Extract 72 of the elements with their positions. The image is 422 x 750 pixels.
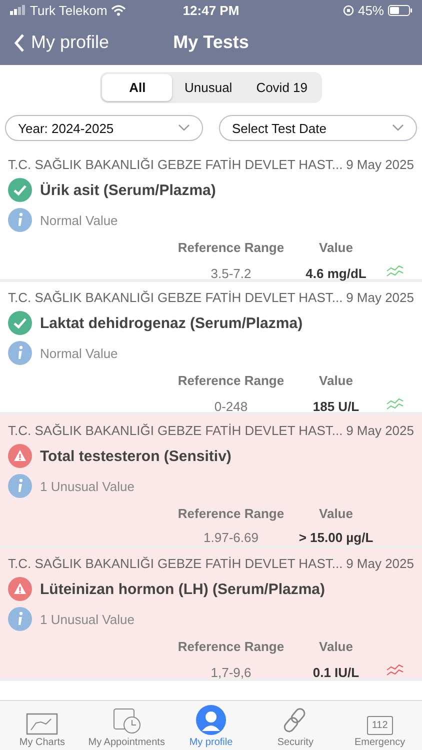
- result-summary: Normal Value: [40, 346, 118, 360]
- result-summary: 1 Unusual Value: [40, 478, 134, 494]
- result-summary: 1 Unusual Value: [40, 612, 134, 626]
- reference-range: 1.97-6.69: [202, 530, 260, 545]
- tab-bar-item[interactable]: My Appointments: [84, 701, 169, 750]
- battery-percent: 45%: [358, 2, 384, 18]
- result-value: 0.1 IU/L: [312, 664, 360, 680]
- hospital-name: T.C. SAĞLIK BAKANLIĞI GEBZE FATİH DEVLET HAST...: [8, 157, 343, 172]
- dropdown-value: Select Test Date: [232, 120, 326, 136]
- tab-bar-item[interactable]: My profile: [168, 701, 254, 750]
- test-name: Ürik asit (Serum/Plazma): [40, 182, 216, 198]
- result-value: > 15.00 µg/L: [298, 530, 374, 545]
- info-icon: [8, 607, 32, 631]
- segment-tab[interactable]: Covid 19: [244, 74, 320, 101]
- test-date: 9 May 2025: [346, 157, 414, 172]
- page-title: My Tests: [173, 32, 249, 53]
- chevron-down-icon: [178, 124, 190, 132]
- info-icon: [8, 341, 32, 365]
- test-date: 9 May 2025: [346, 290, 414, 305]
- test-name: Laktat dehidrogenaz (Serum/Plazma): [40, 314, 303, 332]
- check-icon: [8, 311, 32, 335]
- column-header: Value: [318, 639, 354, 654]
- column-header: Reference Range: [176, 506, 286, 521]
- tab-bar-item[interactable]: Security: [253, 701, 338, 750]
- result-value: 185 U/L: [312, 398, 360, 414]
- test-date: 9 May 2025: [346, 556, 414, 571]
- result-value: 4.6 mg/dL: [304, 266, 368, 280]
- test-date: 9 May 2025: [346, 423, 414, 438]
- line-chart-icon: [26, 713, 58, 735]
- rotation-lock-icon: [342, 4, 354, 16]
- back-button[interactable]: My profile: [10, 32, 114, 53]
- carrier-name: Turk Telekom: [30, 2, 108, 18]
- chevron-down-icon: [392, 124, 404, 132]
- dropdown-value: Year: 2024-2025: [18, 120, 114, 136]
- signal-icon: [10, 5, 26, 15]
- tab-bar-item[interactable]: My Charts: [0, 701, 84, 750]
- warning-icon: [8, 577, 32, 601]
- reference-range: 3.5-7.2: [210, 266, 252, 280]
- result-summary: Normal Value: [40, 212, 118, 228]
- tab-bar-item[interactable]: 112 Emergency: [338, 701, 422, 750]
- test-name: Lüteinizan hormon (LH) (Serum/Plazma): [40, 580, 326, 598]
- info-icon: [8, 208, 32, 232]
- test-name: Total testesteron (Sensitiv): [40, 448, 232, 464]
- clock-time: 12:47 PM: [182, 2, 240, 18]
- reference-range: 1,7-9,6: [210, 664, 252, 680]
- emergency-number-icon: 112: [366, 716, 393, 735]
- back-chevron-icon: [14, 34, 25, 52]
- column-header: Reference Range: [176, 373, 286, 388]
- test-result-card[interactable]: T.C. SAĞLIK BAKANLIĞI GEBZE FATİH DEVLET HAST... 9 May 2025 Total testesteron (Sensitiv) 1 Unusual Value Reference Range Value 1.97-6.69 > 15.00 µg/L: [0, 415, 422, 548]
- dropdown-select[interactable]: Select Test Date: [219, 115, 417, 141]
- column-header: Value: [318, 240, 354, 255]
- segment-tab[interactable]: Unusual: [172, 74, 244, 101]
- column-header: Value: [318, 373, 354, 388]
- check-icon: [8, 178, 32, 202]
- test-result-card[interactable]: T.C. SAĞLIK BAKANLIĞI GEBZE FATİH DEVLET HAST... 9 May 2025 Lüteinizan hormon (LH) (Serum/Plazma) 1 Unusual Value Reference Range Value 1,7-9,6 0.1 IU/L: [0, 548, 422, 681]
- trend-icon[interactable]: [386, 265, 404, 277]
- column-header: Reference Range: [176, 639, 286, 654]
- battery-icon: [388, 4, 412, 16]
- trend-icon[interactable]: [386, 398, 404, 410]
- person-icon: [196, 705, 226, 735]
- warning-icon: [8, 444, 32, 468]
- hospital-name: T.C. SAĞLIK BAKANLIĞI GEBZE FATİH DEVLET HAST...: [8, 556, 343, 571]
- dropdown-select[interactable]: Year: 2024-2025: [5, 115, 203, 141]
- segment-tab[interactable]: All: [102, 74, 172, 101]
- hospital-name: T.C. SAĞLIK BAKANLIĞI GEBZE FATİH DEVLET HAST...: [8, 290, 343, 305]
- column-header: Reference Range: [176, 240, 286, 255]
- trend-icon[interactable]: [386, 664, 404, 676]
- column-header: Value: [318, 506, 354, 521]
- info-icon: [8, 474, 32, 498]
- wifi-icon: [111, 4, 126, 16]
- reference-range: 0-248: [213, 398, 249, 414]
- hospital-name: T.C. SAĞLIK BAKANLIĞI GEBZE FATİH DEVLET HAST...: [8, 423, 343, 438]
